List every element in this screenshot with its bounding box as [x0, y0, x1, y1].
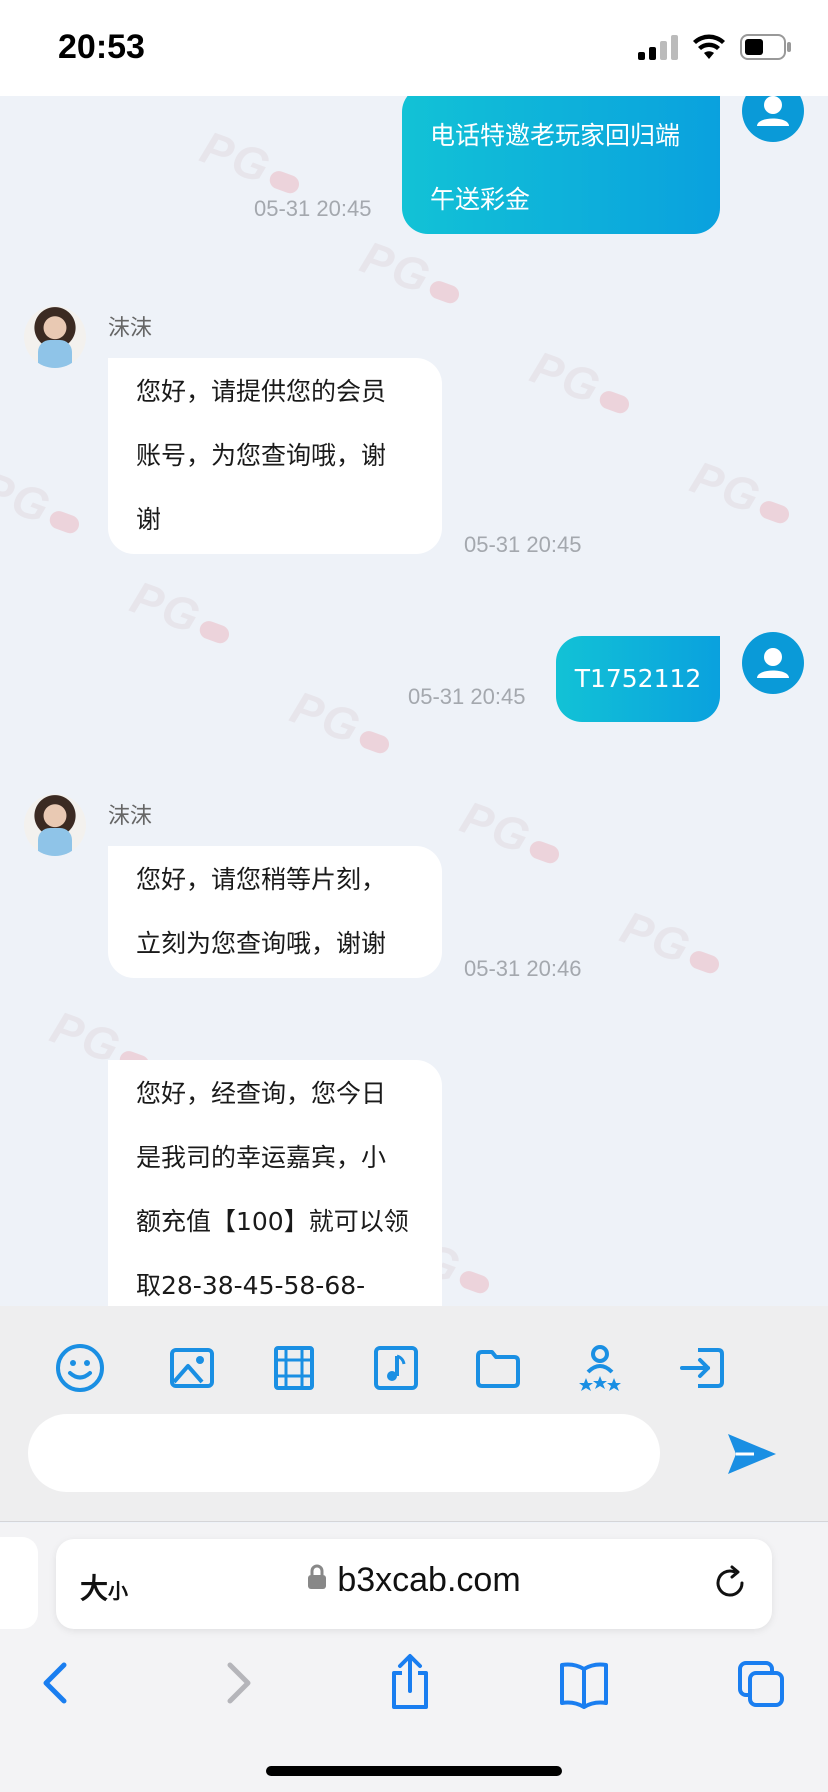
chat-message-list[interactable]: PG PG PG PG PG PG PG PG PG PG PG PG PG 电…	[0, 96, 828, 1306]
send-button[interactable]	[724, 1426, 780, 1482]
url-display[interactable]: b3xcab.com	[56, 1561, 772, 1602]
lock-icon	[307, 1560, 327, 1599]
message-text: 取28-38-45-58-68-	[136, 1271, 366, 1300]
message-text: T1752112	[574, 664, 702, 693]
tabs-icon	[738, 1661, 784, 1707]
chevron-left-icon	[43, 1662, 67, 1704]
message-text: 您好，经查询，您今日	[136, 1079, 387, 1108]
message-text: 您好，请提供您的会员	[136, 377, 387, 406]
message-text: 立刻为您查询哦，谢谢	[136, 929, 387, 958]
message-text: 午送彩金	[430, 185, 531, 214]
book-icon	[560, 1662, 608, 1709]
bookmarks-button[interactable]	[558, 1653, 618, 1713]
agent-message-bubble[interactable]: 您好，请您稍等片刻， 立刻为您查询哦，谢谢	[108, 846, 442, 978]
music-icon[interactable]	[370, 1342, 422, 1394]
video-icon[interactable]	[268, 1342, 320, 1394]
watermark: PG	[614, 900, 731, 986]
watermark: PG	[684, 450, 801, 536]
user-avatar	[742, 632, 804, 694]
share-button[interactable]	[386, 1653, 446, 1713]
message-timestamp: 05-31 20:46	[464, 956, 582, 981]
message-text: 电话特邀老玩家回归端	[430, 121, 681, 150]
watermark: PG	[0, 460, 91, 546]
agent-avatar	[24, 794, 86, 856]
send-icon	[728, 1434, 776, 1474]
chat-input-panel	[0, 1306, 828, 1522]
user-avatar	[742, 96, 804, 142]
watermark: PG	[354, 230, 471, 316]
message-text: 额充值【100】就可以领	[136, 1207, 409, 1236]
url-text: b3xcab.com	[337, 1561, 521, 1599]
agent-message-bubble[interactable]: 您好，请提供您的会员 账号，为您查询哦，谢 谢	[108, 358, 442, 554]
message-text: 谢	[136, 505, 162, 534]
share-icon	[392, 1654, 428, 1709]
home-indicator	[266, 1766, 562, 1776]
watermark: PG	[124, 570, 241, 656]
exit-icon[interactable]	[676, 1342, 728, 1394]
message-text: 您好，请您稍等片刻，	[136, 865, 387, 894]
status-time: 20:53	[58, 28, 145, 66]
user-message-bubble[interactable]: 电话特邀老玩家回归端 午送彩金	[402, 96, 720, 234]
agent-avatar	[24, 306, 86, 368]
folder-icon[interactable]	[472, 1342, 524, 1394]
image-icon[interactable]	[166, 1342, 218, 1394]
address-bar[interactable]: 大小 b3xcab.com	[56, 1539, 772, 1629]
agent-name: 沫沫	[108, 316, 153, 341]
message-timestamp: 05-31 20:45	[464, 532, 582, 557]
message-timestamp: 05-31 20:45	[254, 196, 372, 221]
battery-icon	[740, 34, 792, 60]
user-message-bubble[interactable]: T1752112	[556, 636, 720, 722]
status-bar: 20:53	[0, 0, 828, 96]
message-text: 是我司的幸运嘉宾，小	[136, 1143, 387, 1172]
message-timestamp: 05-31 20:45	[408, 684, 526, 709]
cellular-signal-icon	[638, 34, 678, 60]
status-icons	[638, 34, 792, 60]
tabs-button[interactable]	[736, 1653, 796, 1713]
wifi-icon	[692, 34, 726, 60]
message-text: 账号，为您查询哦，谢	[136, 441, 387, 470]
emoji-icon[interactable]	[54, 1342, 106, 1394]
agent-message-bubble[interactable]: 您好，经查询，您今日 是我司的幸运嘉宾，小 额充值【100】就可以领 取28-3…	[108, 1060, 442, 1306]
agent-name: 沫沫	[108, 804, 153, 829]
browser-nav-row	[0, 1653, 828, 1733]
browser-toolbar: 大小 b3xcab.com	[0, 1523, 828, 1792]
watermark: PG	[284, 680, 401, 766]
previous-tab-preview[interactable]	[0, 1537, 38, 1629]
forward-button[interactable]	[218, 1653, 278, 1713]
reload-icon[interactable]	[712, 1565, 748, 1601]
chevron-right-icon	[227, 1662, 251, 1704]
watermark: PG	[454, 790, 571, 876]
message-input[interactable]	[28, 1414, 660, 1492]
watermark: PG	[524, 340, 641, 426]
watermark: PG	[194, 120, 311, 206]
back-button[interactable]	[36, 1653, 96, 1713]
rating-icon[interactable]	[574, 1342, 626, 1394]
